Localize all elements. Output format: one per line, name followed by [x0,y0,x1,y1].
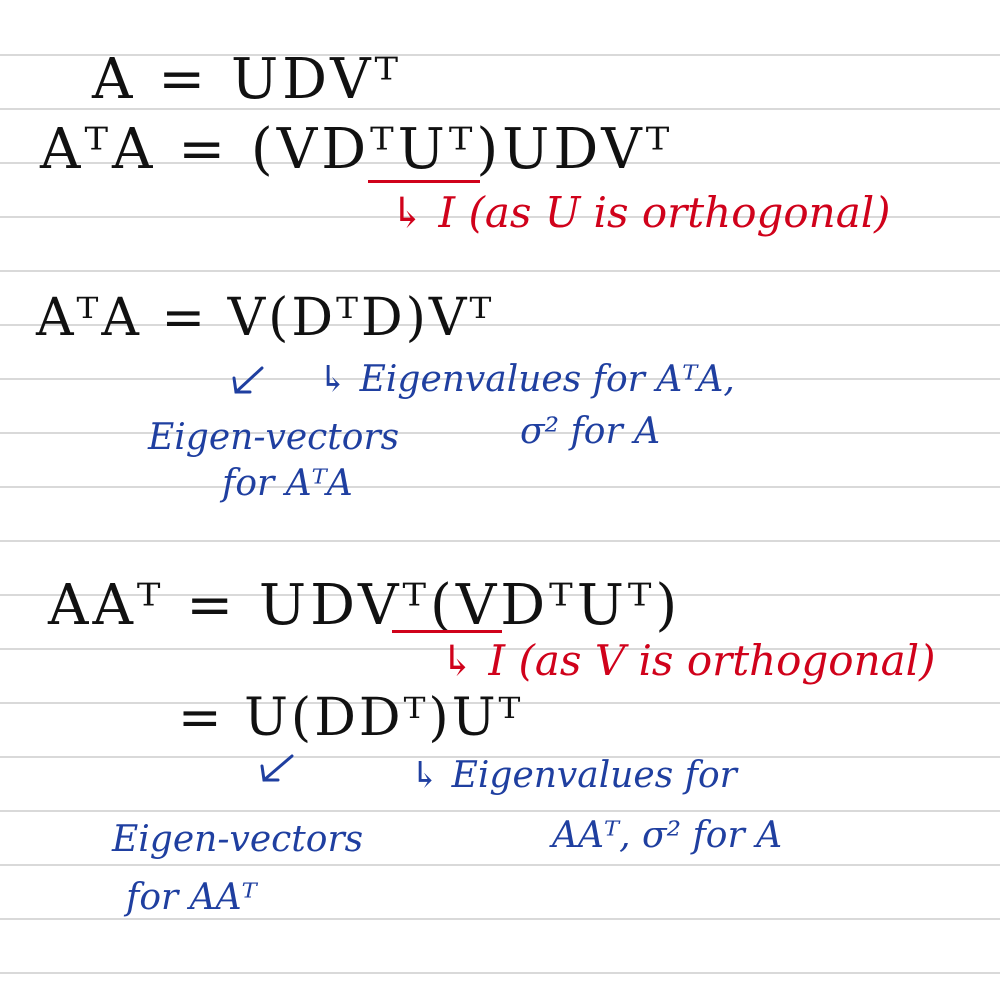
arrow-eigenvectors-ata-icon [232,366,264,394]
arrow-layer [232,366,294,782]
arrow-eigenvectors-aat-icon [260,754,294,782]
